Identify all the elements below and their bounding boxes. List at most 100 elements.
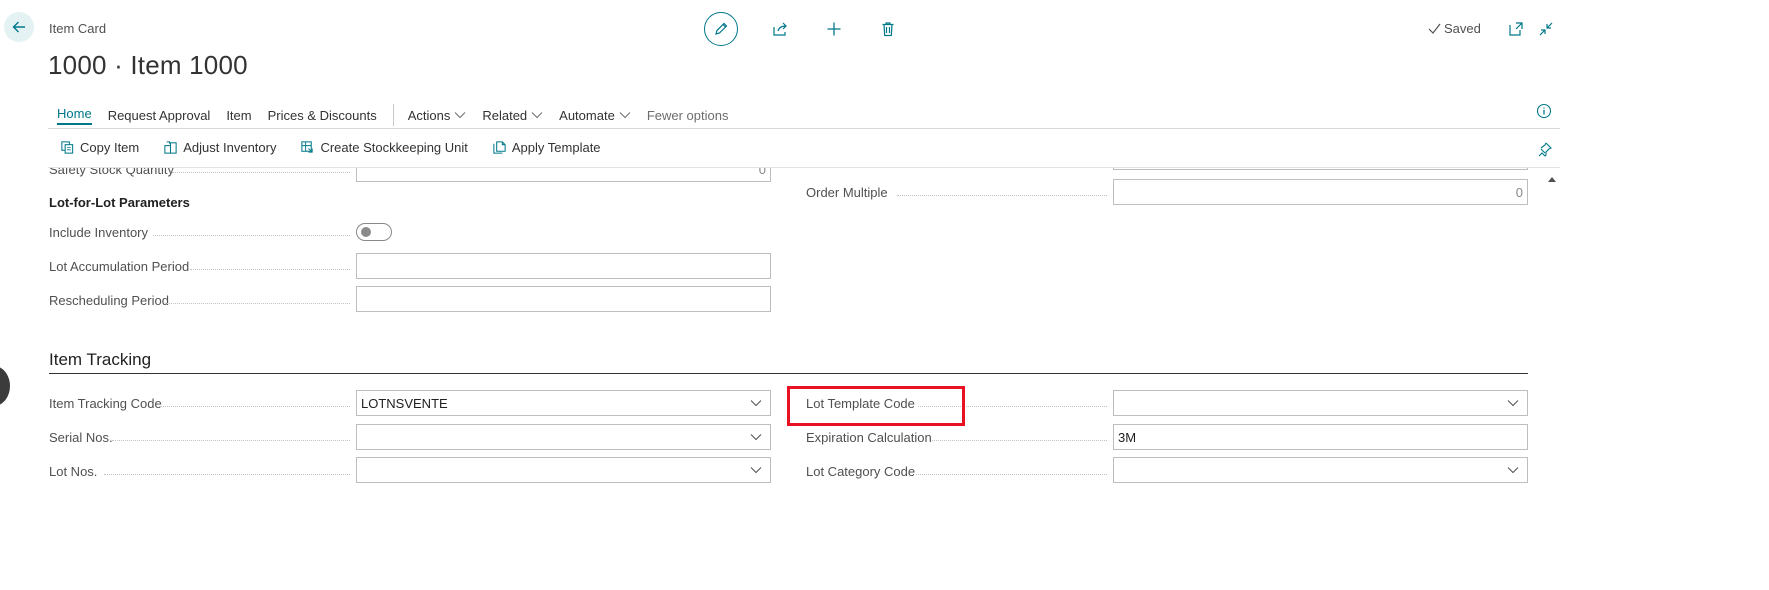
leader-dots	[153, 235, 350, 236]
pin-action-bar-button[interactable]	[1537, 141, 1553, 157]
serial-nos-label: Serial Nos.	[49, 430, 113, 445]
copy-icon	[61, 141, 74, 154]
lot-for-lot-heading: Lot-for-Lot Parameters	[49, 195, 190, 210]
include-inventory-label: Include Inventory	[49, 225, 149, 240]
tab-automate-label: Automate	[559, 107, 615, 123]
rescheduling-label: Rescheduling Period	[49, 293, 169, 308]
copy-item-button[interactable]: Copy Item	[60, 140, 139, 155]
stockkeeping-icon	[301, 141, 314, 153]
tab-request-approval[interactable]: Request Approval	[108, 108, 211, 123]
promoted-actions: Copy Item Adjust Inventory Create Stockk…	[60, 140, 625, 155]
top-action-bar	[704, 12, 900, 46]
leader-dots	[190, 269, 350, 270]
scroll-up-button[interactable]	[1546, 172, 1558, 182]
create-stockkeeping-unit-button[interactable]: Create Stockkeeping Unit	[300, 140, 468, 155]
item-tracking-section-title[interactable]: Item Tracking	[49, 350, 151, 370]
tab-item[interactable]: Item	[226, 108, 251, 123]
safety-stock-label: Safety Stock Quantity	[49, 168, 175, 177]
create-stockkeeping-unit-label: Create Stockkeeping Unit	[320, 140, 468, 155]
collapse-icon	[1539, 22, 1553, 36]
apply-template-label: Apply Template	[511, 140, 601, 155]
section-rule	[49, 373, 1528, 374]
open-in-new-window-icon	[1509, 22, 1523, 36]
highlight-box	[787, 386, 965, 426]
leader-dots	[160, 406, 350, 407]
lot-category-code-dropdown[interactable]	[1113, 457, 1528, 483]
saved-label: Saved	[1444, 21, 1481, 36]
edit-button[interactable]	[704, 12, 738, 46]
order-multiple-label: Order Multiple	[806, 185, 888, 200]
leader-dots	[112, 440, 350, 441]
pencil-icon	[715, 22, 728, 35]
safety-stock-field[interactable]: 0	[356, 168, 771, 182]
chevron-down-icon	[454, 112, 466, 119]
page-content: Safety Stock Quantity 0 Order Multiple 0…	[0, 168, 1769, 590]
include-inventory-toggle[interactable]	[356, 223, 392, 241]
tab-home[interactable]: Home	[57, 106, 92, 125]
leader-dots	[172, 172, 350, 173]
copy-item-label: Copy Item	[80, 140, 140, 155]
leader-dots	[104, 474, 350, 475]
share-button[interactable]	[768, 17, 792, 41]
page-title: 1000 · Item 1000	[48, 50, 248, 80]
item-tracking-code-label: Item Tracking Code	[49, 396, 162, 411]
back-button[interactable]	[4, 12, 34, 42]
toggle-knob	[361, 227, 371, 237]
rescheduling-field[interactable]	[356, 286, 771, 312]
tab-automate[interactable]: Automate	[559, 108, 631, 123]
info-button[interactable]	[1536, 103, 1552, 119]
leader-dots	[932, 440, 1107, 441]
chevron-down-icon	[750, 434, 762, 441]
top-right-field-partial[interactable]	[1113, 168, 1528, 170]
chevron-down-icon	[531, 112, 543, 119]
chevron-down-icon	[1507, 467, 1519, 474]
new-button[interactable]	[822, 17, 846, 41]
breadcrumb: Item Card	[49, 21, 107, 36]
item-tracking-code-value: LOTNSVENTE	[361, 396, 448, 411]
share-icon	[773, 22, 787, 36]
chevron-down-icon	[1507, 400, 1519, 407]
info-icon	[1536, 103, 1552, 119]
delete-button[interactable]	[876, 17, 900, 41]
chevron-down-icon	[750, 400, 762, 407]
caret-up-icon	[1548, 177, 1556, 182]
tab-divider	[392, 104, 394, 126]
expiration-calculation-field[interactable]: 3M	[1113, 424, 1528, 450]
collapse-button[interactable]	[1537, 20, 1555, 38]
lot-template-code-dropdown[interactable]	[1113, 390, 1528, 416]
adjust-inventory-label: Adjust Inventory	[183, 140, 277, 155]
action-tabs: Home Request Approval Item Prices & Disc…	[57, 104, 744, 126]
lot-accumulation-field[interactable]	[356, 253, 771, 279]
tab-actions[interactable]: Actions	[408, 108, 467, 123]
adjust-inventory-button[interactable]: Adjust Inventory	[163, 140, 276, 155]
fewer-options-link[interactable]: Fewer options	[647, 108, 729, 123]
order-multiple-field[interactable]: 0	[1113, 179, 1528, 205]
chevron-down-icon	[619, 112, 631, 119]
trash-icon	[882, 22, 894, 37]
leader-dots	[165, 303, 350, 304]
item-tracking-code-dropdown[interactable]: LOTNSVENTE	[356, 390, 771, 416]
plus-icon	[827, 22, 841, 36]
tab-related[interactable]: Related	[482, 108, 543, 123]
serial-nos-dropdown[interactable]	[356, 424, 771, 450]
tab-prices-discounts[interactable]: Prices & Discounts	[268, 108, 377, 123]
tabs-divider	[48, 128, 1560, 129]
checkmark-icon	[1428, 23, 1441, 34]
expiration-calculation-label: Expiration Calculation	[806, 430, 932, 445]
lot-nos-dropdown[interactable]	[356, 457, 771, 483]
open-new-window-button[interactable]	[1507, 20, 1525, 38]
tab-related-label: Related	[482, 107, 528, 123]
arrow-left-icon	[12, 21, 25, 33]
chevron-down-icon	[750, 467, 762, 474]
lot-category-code-label: Lot Category Code	[806, 464, 916, 479]
apply-template-button[interactable]: Apply Template	[492, 140, 601, 155]
template-icon	[493, 141, 506, 154]
pin-icon	[1538, 142, 1552, 157]
tab-actions-label: Actions	[407, 107, 451, 123]
lot-nos-label: Lot Nos.	[49, 464, 98, 479]
leader-dots	[897, 195, 1107, 196]
adjust-inventory-icon	[164, 141, 177, 154]
leader-dots	[916, 474, 1107, 475]
saved-status: Saved	[1428, 21, 1481, 36]
lot-accumulation-label: Lot Accumulation Period	[49, 259, 190, 274]
